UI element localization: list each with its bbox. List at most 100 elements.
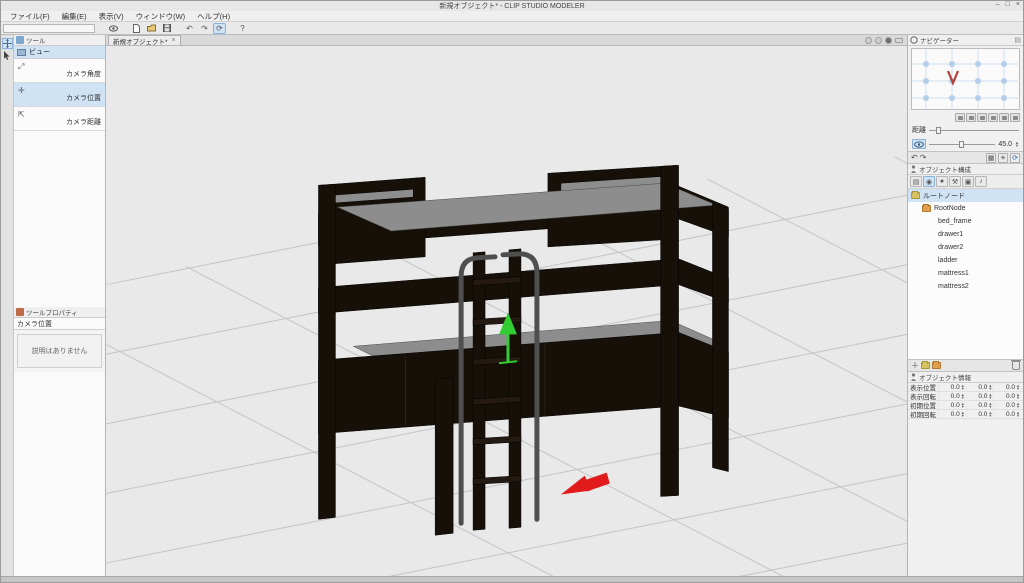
animation-icon[interactable]: ♪ (975, 176, 987, 187)
view-preset-back-icon[interactable] (966, 113, 976, 122)
new-group-icon[interactable] (932, 362, 941, 369)
menu-help[interactable]: ヘルプ(H) (192, 11, 235, 22)
new-folder-icon[interactable] (921, 362, 930, 369)
document-tab-close-icon[interactable]: × (172, 37, 176, 44)
add-node-icon[interactable]: ＋ (911, 360, 919, 371)
value-field[interactable]: 0.0▲▼ (938, 402, 966, 409)
tree-node-mattress2[interactable]: mattress2 (908, 280, 1023, 293)
tree-node-ladder[interactable]: ladder (908, 254, 1023, 267)
right-panel: ナビゲーター ▤ (907, 35, 1023, 576)
camera-pan-icon[interactable] (875, 37, 882, 44)
select-tool-icon[interactable] (2, 50, 13, 61)
value-field[interactable]: 0.0▲▼ (966, 402, 994, 409)
tree-node-rootnode[interactable]: RootNode (908, 202, 1023, 215)
new-file-icon[interactable] (130, 23, 143, 34)
perspective-spinner[interactable]: ▲▼ (1015, 141, 1019, 147)
perspective-value[interactable]: 45.0 (998, 141, 1012, 148)
menu-bar: ファイル(F) 編集(E) 表示(V) ウィンドウ(W) ヘルプ(H) (1, 11, 1023, 22)
sync-icon[interactable]: ⟳ (1010, 153, 1020, 163)
tree-root-node[interactable]: ルートノード (908, 189, 1023, 202)
tree-node-drawer2[interactable]: drawer2 (908, 241, 1023, 254)
tree-node-mattress1[interactable]: mattress1 (908, 267, 1023, 280)
redo-icon[interactable]: ↷ (198, 23, 211, 34)
3d-viewport[interactable] (106, 46, 907, 576)
view-preset-bottom-icon[interactable] (1010, 113, 1020, 122)
help-icon[interactable]: ? (236, 23, 249, 34)
delete-node-icon[interactable] (1012, 361, 1020, 370)
clip-studio-icon[interactable] (107, 23, 120, 34)
subtool-camera-distance[interactable]: ⇱ カメラ距離 (14, 107, 105, 131)
app-window: 新規オブジェクト* - CLIP STUDIO MODELER – □ × ファ… (0, 0, 1024, 583)
node-list-icon[interactable]: ▤ (910, 176, 922, 187)
value-field[interactable]: 0.0▲▼ (938, 393, 966, 400)
view-preset-right-icon[interactable] (988, 113, 998, 122)
view-preset-left-icon[interactable] (977, 113, 987, 122)
view-preset-top-icon[interactable] (999, 113, 1009, 122)
camera-zoom-icon[interactable] (885, 37, 892, 44)
undo-icon[interactable]: ↶ (183, 23, 196, 34)
subtool-camera-angle[interactable]: ⤢ カメラ角度 (14, 59, 105, 83)
value-field[interactable]: 0.0▲▼ (993, 393, 1021, 400)
tool-property-tab[interactable]: ツールプロパティ (14, 307, 105, 318)
value-field[interactable]: 0.0▲▼ (993, 384, 1021, 391)
camera-node-icon[interactable]: ▣ (962, 176, 974, 187)
value-field[interactable]: 0.0▲▼ (938, 411, 966, 418)
document-tab[interactable]: 新規オブジェクト* × (108, 35, 181, 45)
subtool-camera-position[interactable]: ✛ カメラ位置 (14, 83, 105, 107)
menu-edit[interactable]: 編集(E) (57, 11, 92, 22)
navigator-icon (910, 36, 918, 44)
wrench-icon[interactable]: ⚒ (949, 176, 961, 187)
panel-menu-icon[interactable]: ▤ (1014, 36, 1021, 44)
tool-property-description: 説明はありません (17, 334, 102, 368)
perspective-slider[interactable] (929, 140, 995, 148)
collapse-panel-icon[interactable] (895, 38, 903, 43)
camera-move-tool-icon[interactable] (2, 38, 13, 49)
close-button[interactable]: × (1016, 1, 1020, 8)
tree-node-drawer1[interactable]: drawer1 (908, 228, 1023, 241)
figure-icon (910, 165, 917, 173)
rotate-view-icon[interactable]: ⟳ (213, 23, 226, 34)
camera-distance-icon: ⇱ (18, 110, 25, 119)
window-title: 新規オブジェクト* - CLIP STUDIO MODELER (439, 1, 584, 11)
value-field[interactable]: 0.0▲▼ (966, 411, 994, 418)
camera-position-icon: ✛ (18, 86, 25, 95)
layout-icon[interactable]: ▦ (986, 153, 996, 163)
object-structure-tab[interactable]: オブジェクト構成 (908, 164, 1023, 175)
distance-slider[interactable] (929, 126, 1019, 134)
save-icon[interactable] (160, 23, 173, 34)
maximize-button[interactable]: □ (1006, 1, 1010, 8)
value-field[interactable]: 0.0▲▼ (966, 384, 994, 391)
minimize-button[interactable]: – (996, 1, 1000, 8)
subtool-group-view[interactable]: ビュー (14, 46, 105, 59)
camera-orbit-icon[interactable] (865, 37, 872, 44)
view-preset-front-icon[interactable] (955, 113, 965, 122)
toolbar-combo-box[interactable] (3, 24, 95, 33)
folder-icon (911, 192, 920, 199)
material-sphere-icon[interactable]: ● (936, 176, 948, 187)
menu-file[interactable]: ファイル(F) (5, 11, 55, 22)
redo-object-icon[interactable]: ↷ (920, 153, 927, 162)
perspective-toggle-button[interactable] (912, 139, 926, 149)
value-field[interactable]: 0.0▲▼ (966, 393, 994, 400)
navigator-tab[interactable]: ナビゲーター ▤ (908, 35, 1023, 46)
character-mode-icon[interactable]: ◉ (923, 176, 935, 187)
menu-view[interactable]: 表示(V) (94, 11, 129, 22)
open-file-icon[interactable] (145, 23, 158, 34)
value-field[interactable]: 0.0▲▼ (993, 411, 1021, 418)
tree-node-bed-frame[interactable]: bed_frame (908, 215, 1023, 228)
tool-panel-tab[interactable]: ツール (14, 35, 105, 46)
canvas-controls (865, 37, 903, 44)
value-field[interactable]: 0.0▲▼ (938, 384, 966, 391)
navigator-panel: ナビゲーター ▤ (908, 35, 1023, 151)
tool-property-title: カメラ位置 (14, 318, 105, 330)
value-field[interactable]: 0.0▲▼ (993, 402, 1021, 409)
document-tab-label: 新規オブジェクト* (113, 36, 168, 46)
move-forward-arrow[interactable] (561, 473, 610, 495)
light-icon[interactable]: ☀ (998, 153, 1008, 163)
undo-object-icon[interactable]: ↶ (911, 153, 918, 162)
menu-window[interactable]: ウィンドウ(W) (131, 11, 191, 22)
tree-empty-space (908, 293, 1023, 359)
subtool-group-label: ビュー (29, 47, 50, 57)
object-tree: ルートノード RootNode bed_frame drawer1 drawer… (908, 189, 1023, 359)
navigator-preview[interactable] (911, 48, 1020, 110)
